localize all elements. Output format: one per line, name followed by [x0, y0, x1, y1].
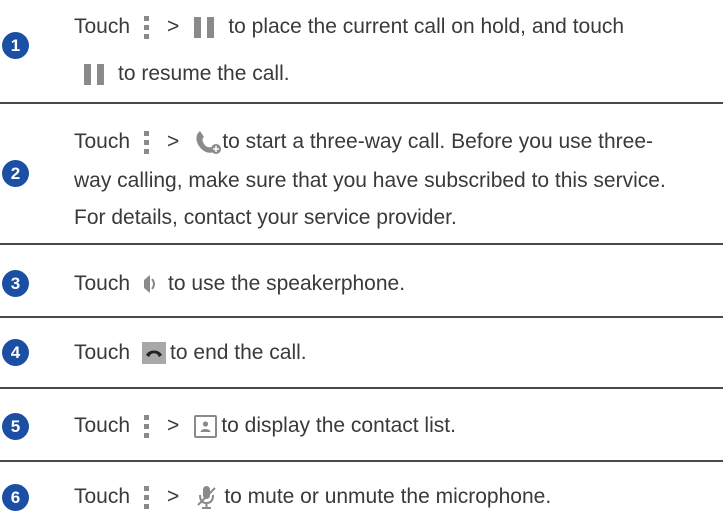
item-line: Touch > to start a three-way call. Befor… [74, 127, 653, 157]
item-text: For details, contact your service provid… [74, 206, 457, 229]
item-text: to end the call. [170, 341, 307, 364]
item-text: to use the speakerphone. [168, 272, 406, 295]
divider [0, 387, 723, 389]
menu-icon [144, 485, 150, 509]
divider [0, 102, 723, 104]
separator: > [167, 130, 180, 153]
item-text: to mute or unmute the microphone. [224, 485, 552, 508]
item-text: to start a three-way call. Before you us… [222, 130, 654, 153]
add-call-icon [196, 131, 222, 154]
pause-icon [194, 16, 215, 38]
pause-icon [84, 63, 104, 85]
separator: > [167, 15, 180, 38]
divider [0, 316, 723, 318]
menu-icon [144, 414, 150, 438]
step-number-badge: 5 [2, 413, 29, 440]
step-number-badge: 4 [2, 339, 29, 366]
item-line: For details, contact your service provid… [74, 203, 457, 233]
item-text: to place the current call on hold, and t… [228, 15, 625, 38]
item-text: Touch [74, 272, 131, 295]
item-text: Touch [74, 130, 131, 153]
item-text: to resume the call. [118, 62, 290, 85]
divider [0, 460, 723, 462]
step-number-badge: 2 [2, 160, 29, 187]
item-line: Touch to use the speakerphone. [74, 269, 405, 299]
menu-icon [144, 15, 150, 39]
separator: > [167, 485, 180, 508]
item-line: Touch > to display the contact list. [74, 411, 456, 441]
item-text: Touch [74, 341, 131, 364]
speaker-icon [144, 275, 156, 293]
item-text: Touch [74, 15, 131, 38]
item-line: to resume the call. [74, 59, 290, 89]
end-call-icon [142, 342, 167, 364]
item-line: Touch > to mute or unmute the microphone… [74, 482, 551, 512]
step-number-badge: 1 [2, 32, 29, 59]
menu-icon [144, 130, 150, 154]
separator: > [167, 414, 180, 437]
item-text: way calling, make sure that you have sub… [74, 169, 666, 192]
item-text: Touch [74, 485, 131, 508]
item-text: Touch [74, 414, 131, 437]
step-number-badge: 3 [2, 270, 29, 297]
step-number-badge: 6 [2, 484, 29, 511]
item-text: to display the contact list. [221, 414, 456, 437]
mute-microphone-icon [197, 486, 217, 509]
item-line: Touch to end the call. [74, 338, 307, 368]
item-line: way calling, make sure that you have sub… [74, 166, 666, 196]
item-line: Touch > to place the current call on hol… [74, 12, 624, 42]
divider [0, 243, 723, 245]
contacts-icon [194, 414, 218, 438]
